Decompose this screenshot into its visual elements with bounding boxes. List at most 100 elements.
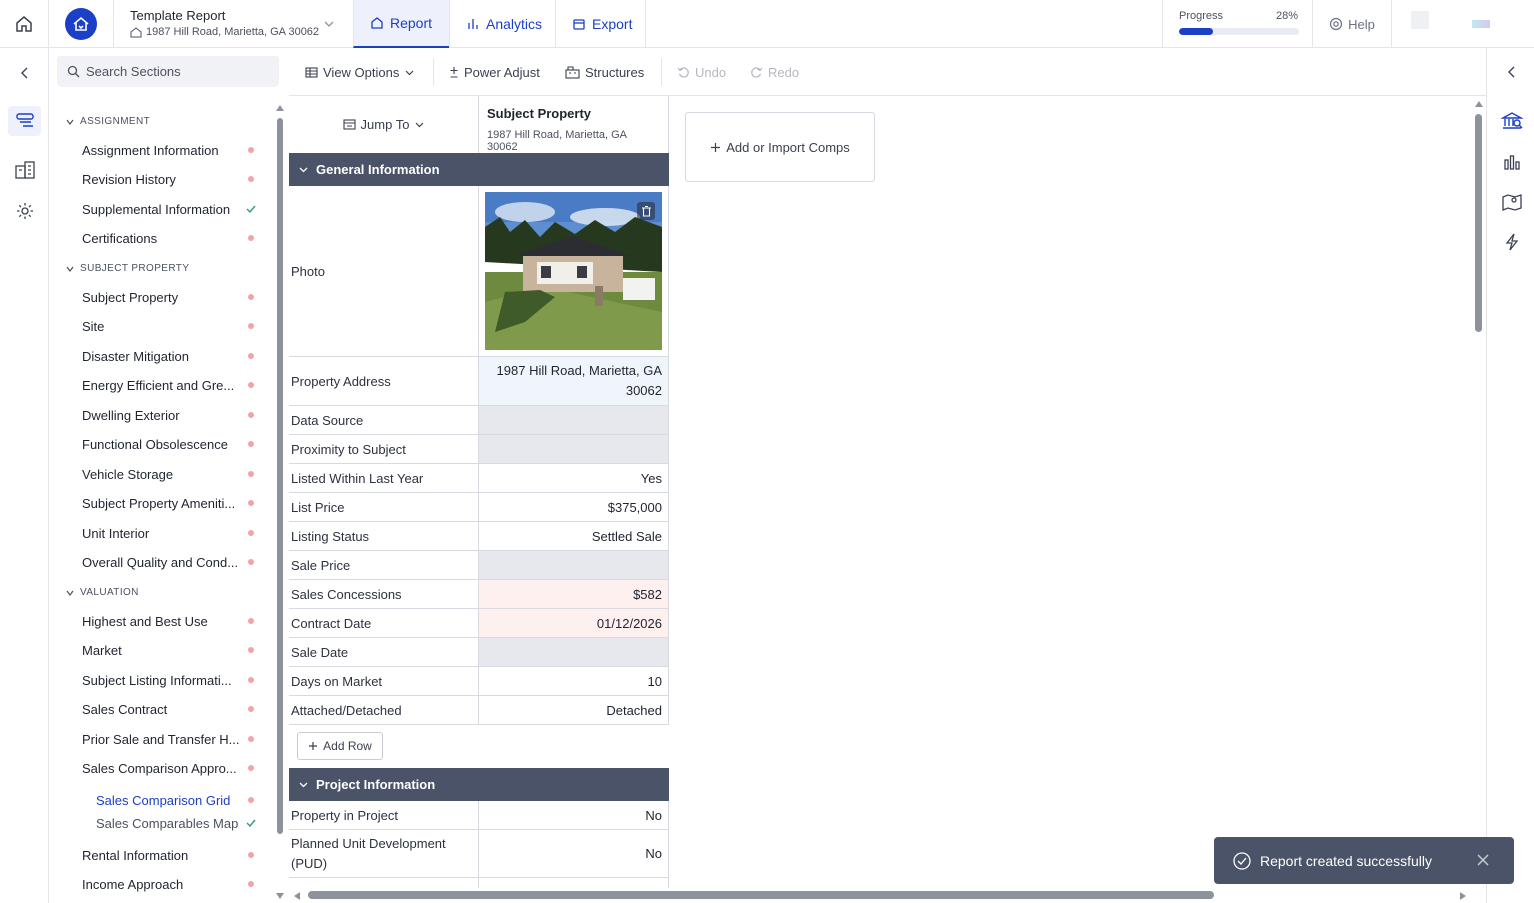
subject-photo[interactable] <box>485 192 662 350</box>
map-pin-icon <box>1501 192 1523 212</box>
right-tool-rail <box>1486 48 1534 903</box>
undo-button[interactable]: Undo <box>677 48 726 96</box>
sidebar-item-subject-property[interactable]: Subject Property <box>82 290 262 305</box>
help-button[interactable]: Help <box>1312 0 1392 48</box>
rail-properties[interactable] <box>8 155 41 185</box>
sidebar-item-prior-sale[interactable]: Prior Sale and Transfer H... <box>82 732 242 747</box>
sidebar-item-subject-listing-information[interactable]: Subject Listing Informati... <box>82 673 240 688</box>
notification-placeholder[interactable] <box>1411 11 1429 29</box>
rail-settings[interactable] <box>8 196 41 226</box>
add-row-button[interactable]: Add Row <box>297 732 383 760</box>
sidebar-item-market[interactable]: Market <box>82 643 262 658</box>
tab-export[interactable]: Export <box>555 0 646 48</box>
rr-map-tool[interactable] <box>1499 189 1525 215</box>
section-project-information[interactable]: Project Information <box>289 768 669 801</box>
vertical-scrollbar-thumb[interactable] <box>1475 114 1482 332</box>
scroll-left-arrow[interactable] <box>293 891 301 901</box>
row-value[interactable] <box>479 435 669 463</box>
power-adjust-button[interactable]: Power Adjust <box>449 48 540 96</box>
close-icon[interactable] <box>1476 853 1490 867</box>
table-row-listing-status: Listing Status Settled Sale <box>289 522 669 551</box>
bar-chart-icon <box>466 17 480 31</box>
rr-stats-tool[interactable] <box>1499 149 1525 175</box>
report-title-block[interactable]: Template Report 1987 Hill Road, Marietta… <box>113 0 353 48</box>
scroll-right-arrow[interactable] <box>1459 891 1467 901</box>
row-value[interactable]: No <box>479 830 669 877</box>
sidebar-item-overall-quality[interactable]: Overall Quality and Cond... <box>82 555 244 570</box>
rail-report-sections[interactable] <box>8 106 41 136</box>
sidebar-subitem-sales-comparison-grid[interactable]: Sales Comparison Grid <box>96 793 230 808</box>
horizontal-scrollbar-thumb[interactable] <box>308 891 1214 899</box>
chevron-down-icon[interactable] <box>323 18 335 30</box>
delete-photo-button[interactable] <box>637 202 655 220</box>
plus-minus-icon <box>449 66 459 79</box>
home-button[interactable] <box>0 0 49 48</box>
sidebar-item-income-approach[interactable]: Income Approach <box>82 877 262 892</box>
row-value[interactable]: No <box>479 801 669 829</box>
row-label: Property in Project <box>289 801 479 829</box>
user-avatar[interactable] <box>1472 20 1490 28</box>
sidebar-item-rental-information[interactable]: Rental Information <box>82 848 262 863</box>
view-options-button[interactable]: View Options <box>305 48 415 96</box>
sidebar-item-sales-comparison-approach[interactable]: Sales Comparison Appro... <box>82 761 242 776</box>
sidebar-item-functional-obsolescence[interactable]: Functional Obsolescence <box>82 437 262 452</box>
row-value[interactable] <box>479 638 669 666</box>
scroll-up-arrow[interactable] <box>275 104 285 112</box>
row-label: Attached/Detached <box>289 696 479 724</box>
add-or-import-comps-button[interactable]: Add or Import Comps <box>685 112 875 182</box>
jump-to-dropdown[interactable]: Jump To <box>289 96 479 153</box>
section-general-information[interactable]: General Information <box>289 153 669 186</box>
row-value[interactable] <box>479 406 669 434</box>
app-logo[interactable] <box>65 8 97 40</box>
row-value[interactable]: Yes <box>479 464 669 492</box>
redo-button[interactable]: Redo <box>750 48 799 96</box>
row-value[interactable]: Detached <box>479 696 669 724</box>
row-value[interactable]: $582 <box>479 580 669 608</box>
section-header-valuation[interactable]: VALUATION <box>65 587 139 598</box>
status-dot <box>248 852 254 858</box>
sidebar-item-certifications[interactable]: Certifications <box>82 231 262 246</box>
rr-quick-actions[interactable] <box>1499 229 1525 255</box>
sidebar-item-unit-interior[interactable]: Unit Interior <box>82 526 262 541</box>
sidebar-item-vehicle-storage[interactable]: Vehicle Storage <box>82 467 262 482</box>
row-value[interactable]: 10 <box>479 667 669 695</box>
search-sections-input[interactable]: Search Sections <box>57 56 279 87</box>
sidebar-item-dwelling-exterior[interactable]: Dwelling Exterior <box>82 408 262 423</box>
scroll-down-arrow[interactable] <box>275 892 285 900</box>
status-dot <box>248 323 254 329</box>
section-header-subject-property[interactable]: SUBJECT PROPERTY <box>65 263 189 274</box>
sidebar-item-disaster-mitigation[interactable]: Disaster Mitigation <box>82 349 262 364</box>
rr-comparables-tool[interactable] <box>1499 108 1525 134</box>
status-dot <box>248 706 254 712</box>
table-row-attached-detached: Attached/Detached Detached <box>289 696 669 725</box>
tab-analytics[interactable]: Analytics <box>449 0 555 48</box>
sidebar-item-assignment-information[interactable]: Assignment Information <box>82 143 262 158</box>
sidebar-subitem-sales-comparables-map[interactable]: Sales Comparables Map <box>96 816 238 831</box>
progress-value: 28% <box>1275 10 1298 22</box>
help-icon <box>1329 17 1343 31</box>
sidebar-item-revision-history[interactable]: Revision History <box>82 172 262 187</box>
row-value[interactable]: 1987 Hill Road, Marietta, GA 30062 <box>479 357 669 405</box>
success-toast: Report created successfully <box>1214 837 1514 884</box>
section-header-assignment[interactable]: ASSIGNMENT <box>65 116 150 127</box>
sidebar-item-supplemental-information[interactable]: Supplemental Information <box>82 202 262 217</box>
row-value[interactable]: 01/12/2026 <box>479 609 669 637</box>
row-value[interactable]: Settled Sale <box>479 522 669 550</box>
sidebar-item-sales-contract[interactable]: Sales Contract <box>82 702 262 717</box>
sidebar-item-site[interactable]: Site <box>82 319 262 334</box>
plus-icon <box>308 741 318 751</box>
row-value[interactable]: $375,000 <box>479 493 669 521</box>
collapse-sidebar-button[interactable] <box>8 58 41 88</box>
house-icon <box>130 26 142 38</box>
sidebar-item-highest-and-best-use[interactable]: Highest and Best Use <box>82 614 262 629</box>
scroll-up-arrow[interactable] <box>1474 100 1484 108</box>
tab-report[interactable]: Report <box>353 0 449 48</box>
sidebar-item-energy-efficient[interactable]: Energy Efficient and Gre... <box>82 378 237 393</box>
buildings-icon <box>14 160 36 180</box>
structures-button[interactable]: Structures <box>565 48 644 96</box>
sidebar-scrollbar-thumb[interactable] <box>277 118 283 834</box>
row-value[interactable] <box>479 551 669 579</box>
sidebar-item-subject-property-amenities[interactable]: Subject Property Ameniti... <box>82 496 244 511</box>
tab-analytics-label: Analytics <box>486 16 543 32</box>
collapse-right-panel-button[interactable] <box>1499 59 1525 85</box>
